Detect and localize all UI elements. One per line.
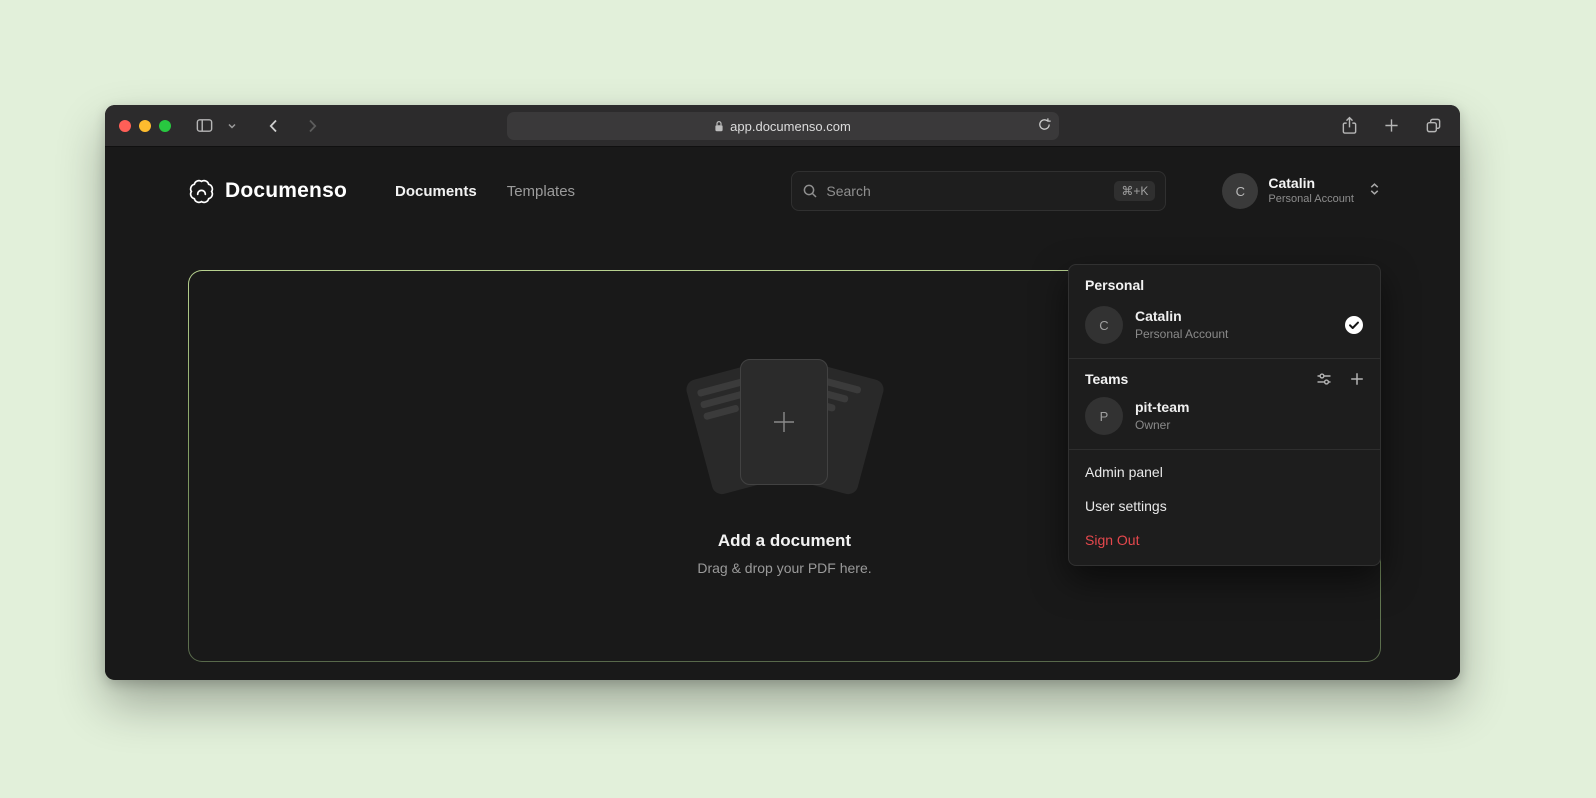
sidebar-icon [195, 116, 214, 135]
sidebar-chevron-button[interactable] [219, 113, 245, 139]
chevron-right-icon [304, 118, 320, 134]
menu-item-admin-panel[interactable]: Admin panel [1069, 455, 1380, 489]
account-name: Catalin [1268, 175, 1354, 193]
minimize-window-button[interactable] [139, 120, 151, 132]
menu-item-user-settings[interactable]: User settings [1069, 489, 1380, 523]
check-circle-icon [1344, 315, 1364, 335]
tabs-icon [1425, 117, 1442, 134]
share-icon [1341, 116, 1358, 135]
avatar: C [1222, 173, 1258, 209]
reload-icon [1037, 117, 1052, 132]
traffic-lights [119, 120, 171, 132]
share-button[interactable] [1336, 113, 1362, 139]
nav-documents[interactable]: Documents [395, 183, 477, 200]
account-item-subtitle: Personal Account [1135, 326, 1228, 342]
documenso-logo-icon [188, 178, 215, 205]
search-bar[interactable]: ⌘+K [791, 171, 1166, 211]
team-item[interactable]: P pit-team Owner [1069, 393, 1380, 449]
app-header: Documenso Documents Templates ⌘+K C Cata… [105, 147, 1460, 235]
account-menu-trigger[interactable]: C Catalin Personal Account [1222, 173, 1381, 209]
account-item-name: Catalin [1135, 307, 1228, 326]
create-team-button[interactable] [1350, 371, 1364, 387]
chevron-left-icon [266, 118, 282, 134]
dropzone-subtitle: Drag & drop your PDF here. [697, 560, 871, 576]
avatar: P [1085, 397, 1123, 435]
search-input[interactable] [826, 183, 1106, 199]
address-bar[interactable]: app.documenso.com [507, 112, 1059, 140]
tab-overview-button[interactable] [1420, 113, 1446, 139]
plus-icon [1384, 118, 1399, 133]
main-nav: Documents Templates [395, 183, 575, 200]
team-item-subtitle: Owner [1135, 417, 1189, 433]
team-item-name: pit-team [1135, 398, 1189, 417]
manage-teams-button[interactable] [1316, 371, 1332, 387]
browser-window: app.documenso.com [105, 105, 1460, 680]
search-icon [802, 183, 818, 199]
new-tab-button[interactable] [1378, 113, 1404, 139]
teams-section-label: Teams [1085, 371, 1128, 387]
documents-illustration [670, 357, 900, 495]
app-page: Documenso Documents Templates ⌘+K C Cata… [105, 147, 1460, 679]
avatar: C [1085, 306, 1123, 344]
plus-icon [1350, 372, 1364, 386]
account-dropdown-menu: Personal C Catalin Personal Account Team… [1068, 264, 1381, 566]
plus-icon [769, 407, 799, 437]
personal-section-label: Personal [1069, 265, 1380, 297]
nav-templates[interactable]: Templates [507, 183, 575, 200]
close-window-button[interactable] [119, 120, 131, 132]
chevron-up-down-icon [1368, 181, 1381, 197]
browser-toolbar: app.documenso.com [105, 105, 1460, 147]
brand-name: Documenso [225, 179, 347, 203]
dropzone-title: Add a document [718, 531, 851, 551]
sidebar-toggle-button[interactable] [191, 113, 217, 139]
back-button[interactable] [261, 113, 287, 139]
settings-sliders-icon [1316, 371, 1332, 387]
document-card-add [740, 359, 828, 485]
reload-button[interactable] [1037, 117, 1052, 135]
menu-item-sign-out[interactable]: Sign Out [1069, 523, 1380, 557]
zoom-window-button[interactable] [159, 120, 171, 132]
personal-account-item[interactable]: C Catalin Personal Account [1069, 297, 1380, 358]
forward-button[interactable] [299, 113, 325, 139]
lock-icon [714, 120, 724, 133]
chevron-down-icon [227, 121, 237, 131]
search-shortcut-badge: ⌘+K [1114, 181, 1155, 201]
brand[interactable]: Documenso [188, 178, 347, 205]
account-subtitle: Personal Account [1268, 193, 1354, 207]
url-text: app.documenso.com [730, 119, 851, 134]
